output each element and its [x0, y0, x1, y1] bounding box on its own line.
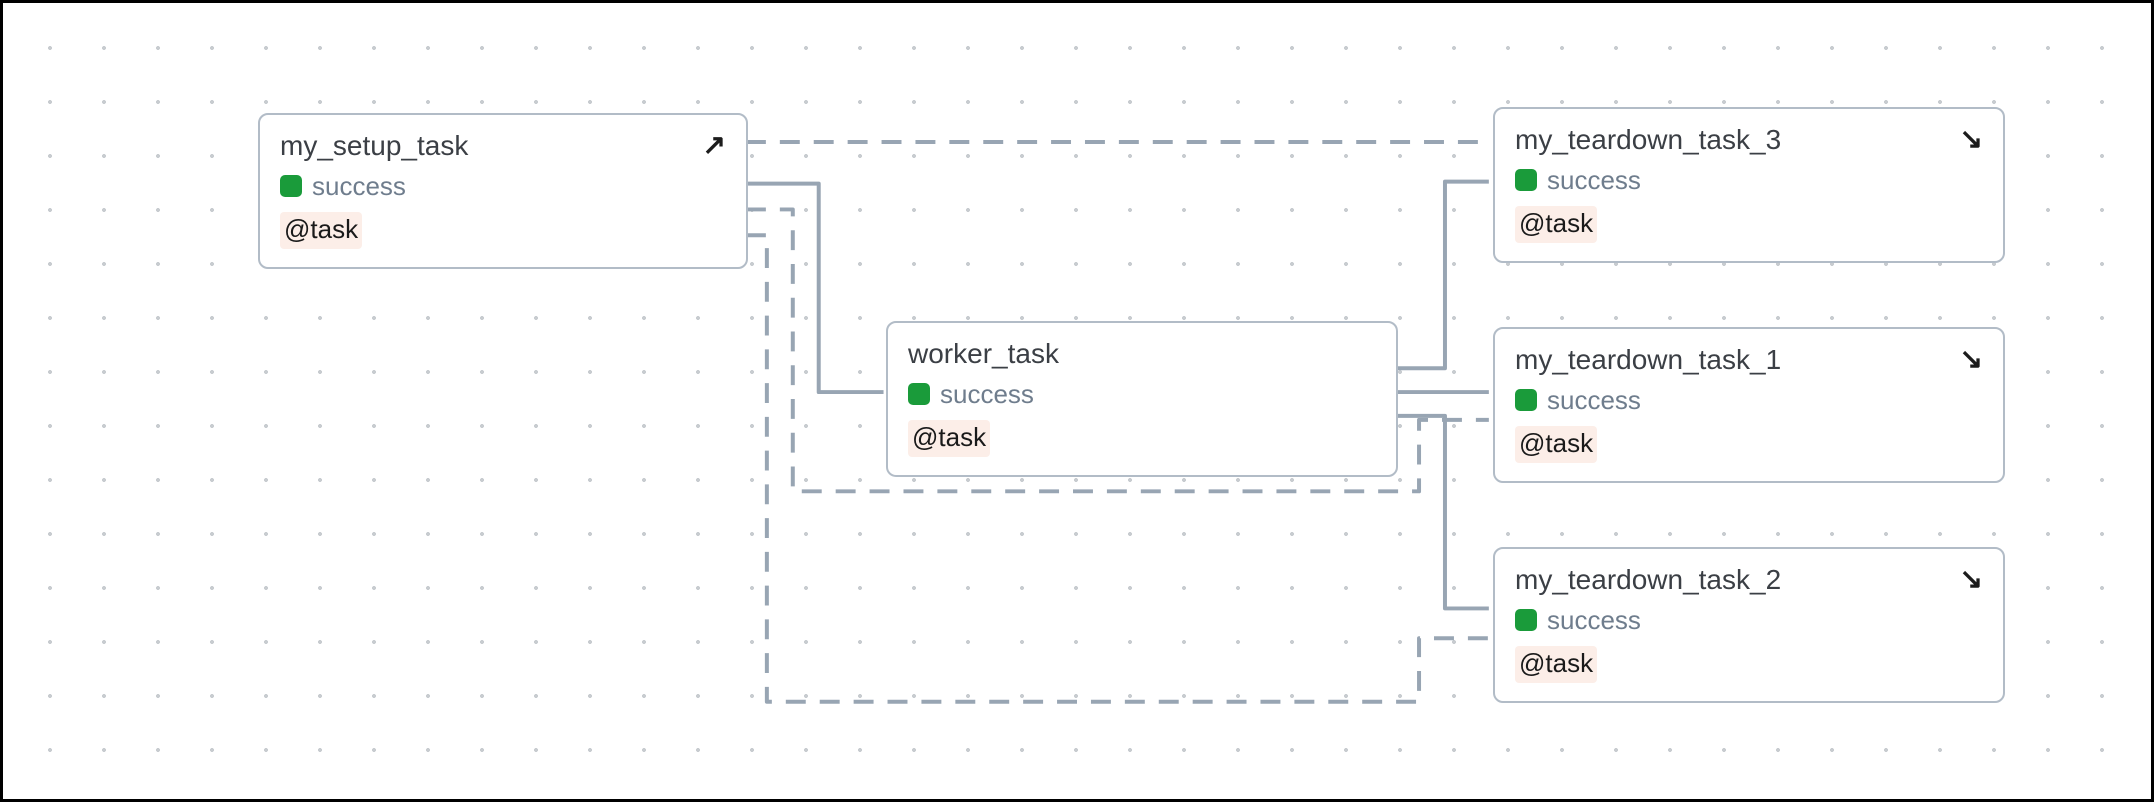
status-label: success [940, 379, 1034, 410]
status-success-icon [1515, 609, 1537, 631]
edge-setup-to-worker [746, 184, 884, 392]
node-worker-task[interactable]: worker_task success @task [886, 321, 1398, 477]
status-label: success [1547, 165, 1641, 196]
status-label: success [312, 171, 406, 202]
node-my-setup-task[interactable]: my_setup_task ↗ success @task [258, 113, 748, 269]
decorator-badge: @task [280, 212, 362, 249]
node-my-teardown-task-3[interactable]: my_teardown_task_3 ↘ success @task [1493, 107, 2005, 263]
arrow-down-right-icon: ↘ [1960, 565, 1983, 593]
decorator-badge: @task [1515, 646, 1597, 683]
status-success-icon [1515, 389, 1537, 411]
status-label: success [1547, 385, 1641, 416]
arrow-down-right-icon: ↘ [1960, 345, 1983, 373]
node-title: my_teardown_task_3 [1515, 123, 1781, 157]
arrow-down-right-icon: ↘ [1960, 125, 1983, 153]
status-label: success [1547, 605, 1641, 636]
status-success-icon [908, 383, 930, 405]
decorator-badge: @task [1515, 426, 1597, 463]
decorator-badge: @task [1515, 206, 1597, 243]
node-title: my_setup_task [280, 129, 468, 163]
node-title: my_teardown_task_2 [1515, 563, 1781, 597]
node-my-teardown-task-2[interactable]: my_teardown_task_2 ↘ success @task [1493, 547, 2005, 703]
decorator-badge: @task [908, 420, 990, 457]
status-success-icon [1515, 169, 1537, 191]
edge-worker-to-teardown2 [1394, 416, 1489, 609]
node-title: worker_task [908, 337, 1059, 371]
node-my-teardown-task-1[interactable]: my_teardown_task_1 ↘ success @task [1493, 327, 2005, 483]
edge-worker-to-teardown3 [1394, 182, 1489, 369]
node-title: my_teardown_task_1 [1515, 343, 1781, 377]
status-success-icon [280, 175, 302, 197]
graph-canvas[interactable]: my_setup_task ↗ success @task worker_tas… [0, 0, 2154, 802]
arrow-up-right-icon: ↗ [703, 131, 726, 159]
